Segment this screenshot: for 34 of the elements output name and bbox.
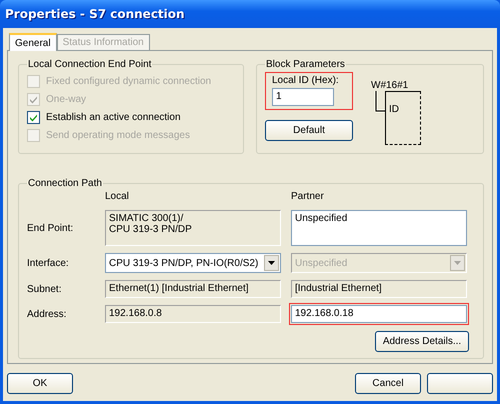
window-title: Properties - S7 connection (5, 7, 185, 21)
group-title: Connection Path (27, 178, 103, 189)
input-field[interactable]: 1 (272, 88, 334, 106)
dropdown[interactable]: CPU 319-3 PN/DP, PN-IO(R0/S2) (105, 253, 281, 273)
row-label: Subnet: (27, 284, 62, 294)
checkbox-label: Fixed configured dynamic connection (46, 76, 212, 86)
field-label: Local ID (Hex): (272, 75, 340, 86)
read-only-field: SIMATIC 300(1)/ CPU 319-3 PN/DP (105, 210, 281, 246)
checkbox-label: Send operating mode messages (46, 130, 190, 140)
row-label: End Point: (27, 222, 74, 234)
group-title: Block Parameters (265, 59, 346, 70)
checkbox-label: One-way (46, 94, 86, 104)
parameter-value: W#16#1 (371, 80, 410, 91)
address-details-button[interactable]: Address Details... (375, 331, 469, 352)
input-field[interactable]: Unspecified (291, 210, 467, 246)
column-header: Partner (290, 191, 325, 204)
checkbox-label: Establish an active connection (46, 112, 181, 122)
default-button[interactable]: Default (265, 120, 353, 141)
read-only-field: 192.168.0.8 (105, 305, 281, 323)
row-label: Address: (27, 308, 68, 320)
row-label: Interface: (27, 258, 70, 268)
read-only-field: [Industrial Ethernet] (291, 280, 467, 298)
tab[interactable]: General (9, 33, 57, 51)
checkbox[interactable] (27, 110, 40, 124)
read-only-field: Ethernet(1) [Industrial Ethernet] (105, 280, 281, 298)
cancel-button[interactable]: Cancel (355, 373, 421, 394)
dialog-button[interactable] (427, 373, 493, 394)
input-field[interactable]: 192.168.0.18 (291, 305, 467, 323)
group-title: Local Connection End Point (27, 59, 152, 70)
caret-icon (264, 255, 279, 271)
caret-icon (450, 255, 465, 271)
ok-button[interactable]: OK (7, 373, 73, 394)
pin-label: ID (389, 104, 399, 115)
column-header: Local (104, 191, 130, 204)
